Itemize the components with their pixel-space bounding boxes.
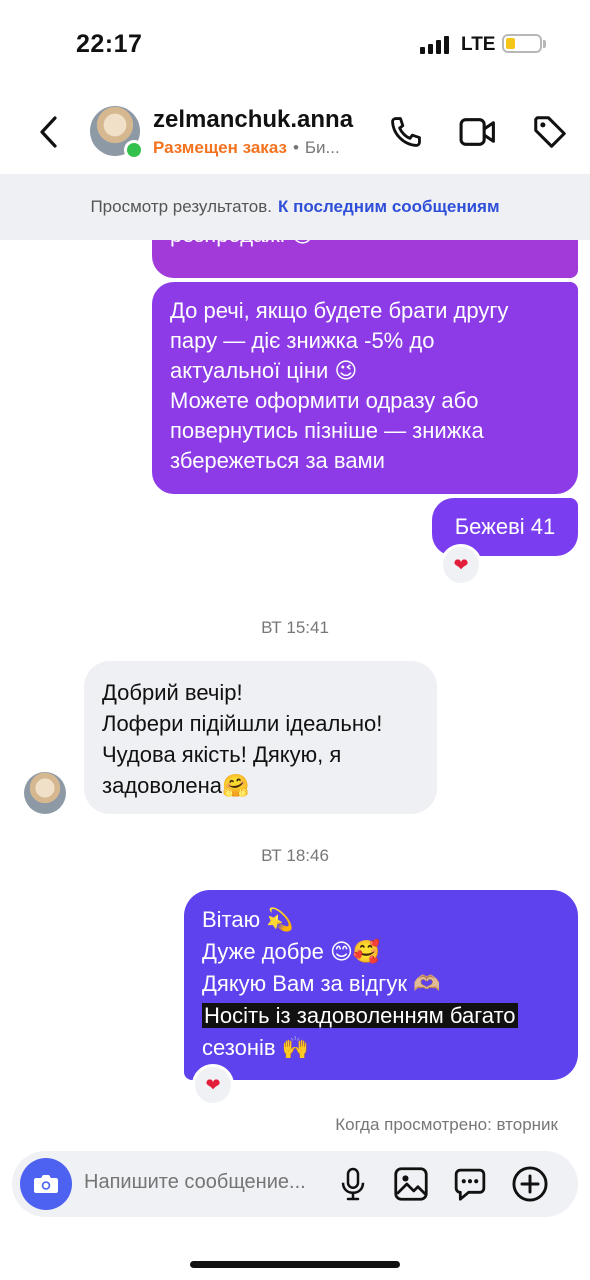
gallery-button[interactable]	[390, 1163, 432, 1205]
heart-icon: ❤	[453, 554, 469, 575]
home-indicator[interactable]	[190, 1261, 400, 1268]
subtitle-separator: •	[292, 138, 299, 157]
image-icon	[394, 1167, 428, 1201]
contact-avatar[interactable]	[90, 106, 144, 160]
message-timestamp: ВТ 18:46	[261, 846, 329, 865]
sender-avatar[interactable]	[24, 772, 66, 814]
microphone-icon	[341, 1167, 365, 1201]
network-label: LTE	[461, 34, 496, 55]
chat-header: zelmanchuk.anna Размещен заказ • Би...	[0, 88, 590, 174]
sticker-button[interactable]	[449, 1163, 491, 1205]
message-composer	[12, 1151, 578, 1217]
camera-icon	[34, 1175, 58, 1193]
order-status: Размещен заказ	[153, 138, 287, 157]
incoming-message[interactable]: Добрий вечір! Лофери підійшли ідеально! …	[84, 661, 437, 814]
highlighted-text: Носіть із задоволенням багато	[202, 1003, 518, 1028]
voice-button[interactable]	[332, 1163, 374, 1205]
message-list[interactable]: розпродажі 😍 До речі, якщо будете брати …	[0, 240, 590, 1150]
chat-bubble-icon	[454, 1168, 486, 1201]
outgoing-message[interactable]: розпродажі 😍	[152, 240, 578, 278]
results-banner: Просмотр результатов. К последним сообще…	[0, 174, 590, 240]
status-bar: 22:17 LTE	[0, 0, 590, 88]
banner-text: Просмотр результатов.	[90, 197, 272, 216]
status-time: 22:17	[76, 30, 143, 58]
outgoing-message[interactable]: Вітаю 💫 Дуже добре 😊🥰 Дякую Вам за відгу…	[184, 890, 578, 1080]
camera-button[interactable]	[20, 1158, 72, 1210]
back-button[interactable]	[28, 110, 68, 154]
call-button[interactable]	[384, 110, 428, 154]
online-indicator	[124, 140, 144, 160]
add-button[interactable]	[509, 1163, 551, 1205]
plus-circle-icon	[512, 1166, 548, 1202]
jump-to-latest-link[interactable]: К последним сообщениям	[278, 197, 500, 217]
contact-name[interactable]: zelmanchuk.anna	[153, 106, 353, 134]
phone-icon	[391, 117, 421, 147]
heart-reaction[interactable]: ❤	[192, 1064, 234, 1106]
outgoing-message[interactable]: До речі, якщо будете брати другу пару — …	[152, 282, 578, 494]
heart-icon: ❤	[205, 1074, 221, 1095]
message-input[interactable]	[84, 1171, 330, 1194]
heart-reaction[interactable]: ❤	[440, 544, 482, 586]
message-timestamp: ВТ 15:41	[261, 618, 329, 637]
video-call-button[interactable]	[456, 110, 500, 154]
tag-icon	[534, 116, 566, 148]
signal-icon	[420, 36, 450, 54]
seen-status: Когда просмотрено: вторник	[335, 1115, 558, 1134]
subtitle-extra: Би...	[304, 138, 340, 157]
chevron-left-icon	[40, 116, 57, 148]
battery-icon	[502, 34, 542, 53]
tag-button[interactable]	[528, 110, 572, 154]
video-camera-icon	[459, 118, 495, 146]
contact-subtitle[interactable]: Размещен заказ • Би...	[153, 138, 340, 158]
